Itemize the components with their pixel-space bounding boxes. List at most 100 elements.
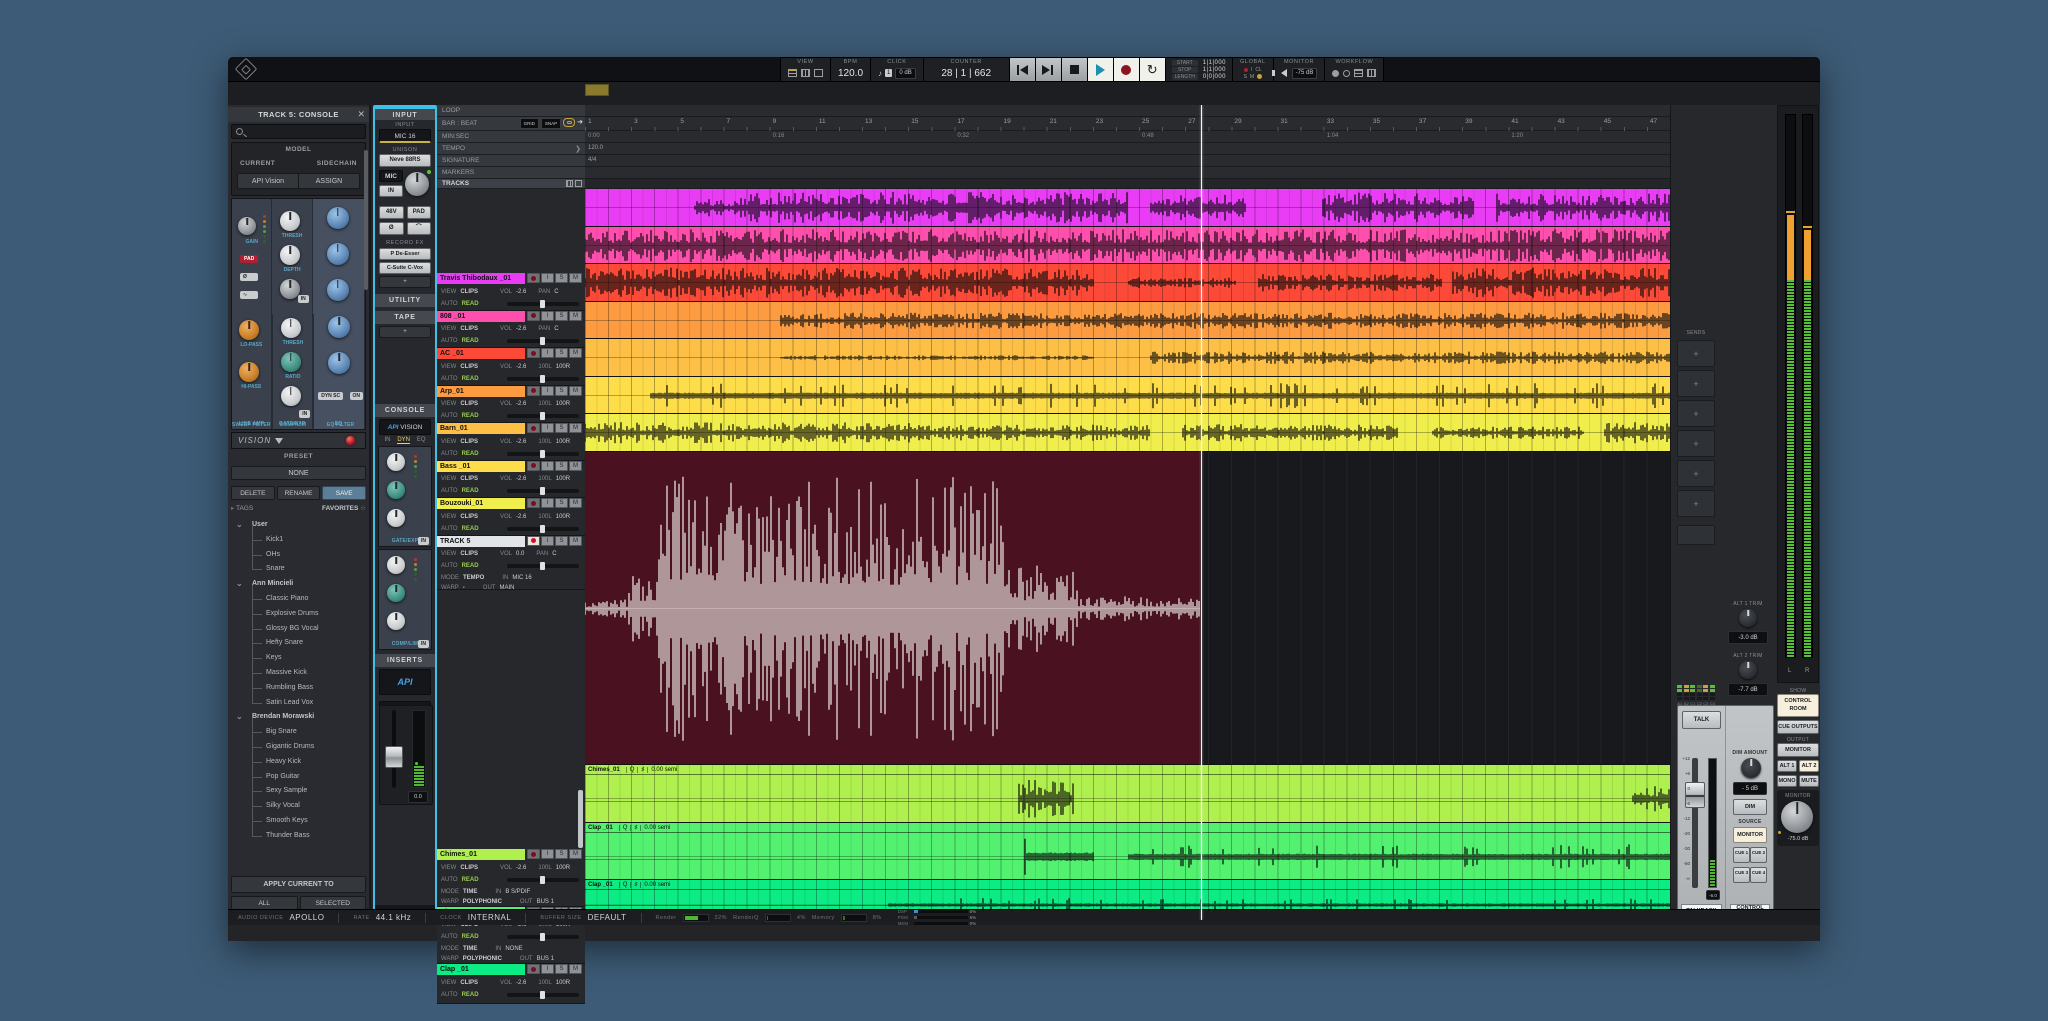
model-assign-button[interactable]: ASSIGN (298, 173, 360, 189)
tree-scrollbar[interactable] (364, 150, 368, 290)
record-arm-button[interactable] (527, 311, 540, 321)
global-dim-icon[interactable] (1257, 74, 1262, 79)
metronome-icon[interactable]: ♪ (878, 69, 882, 78)
track-name[interactable]: Chimes_01 (437, 849, 525, 860)
power-led-icon[interactable] (346, 436, 355, 445)
alt1-trim-knob[interactable] (1739, 609, 1757, 627)
pan-slider[interactable] (507, 935, 579, 939)
stop-value[interactable]: 1|1|000 (1203, 67, 1226, 73)
tree-item[interactable]: Glossy BG Vocal (228, 622, 369, 637)
signature-value[interactable]: 4/4 (588, 157, 596, 163)
input-section-header[interactable]: INPUT (375, 107, 435, 120)
ruler-tempo-label[interactable]: TEMPO (437, 143, 585, 155)
close-icon[interactable]: ✕ (357, 107, 365, 122)
fader-cap[interactable] (385, 746, 403, 768)
play-button[interactable] (1088, 58, 1114, 81)
track-row-view-vol[interactable]: VIEWCLIPSVOL-2.6100L100R (437, 862, 585, 874)
record-fx-add-button[interactable]: + (379, 276, 431, 288)
send-slot[interactable]: + (1677, 460, 1715, 487)
track-row-view-vol[interactable]: VIEWCLIPSVOL-2.6100L100R (437, 361, 585, 373)
gain-knob[interactable] (405, 172, 429, 196)
track-row-view-vol[interactable]: VIEWCLIPSVOL-2.6100L100R (437, 511, 585, 523)
click-count[interactable]: 1 (885, 69, 892, 77)
monitor-volume-knob[interactable] (1781, 801, 1813, 833)
tree-item[interactable]: Massive Kick (228, 666, 369, 681)
track-row-view-vol[interactable]: VIEWCLIPSVOL-2.6PANC (437, 286, 585, 298)
alt1-button[interactable]: ALT 1 (1777, 760, 1797, 772)
tape-add-button[interactable]: + (379, 326, 431, 338)
track-lane[interactable] (585, 414, 1670, 452)
track-row-view-vol[interactable]: VIEWCLIPSVOL-2.6PANC (437, 323, 585, 335)
track-row-auto[interactable]: AUTOREAD (437, 485, 585, 497)
pan-slider[interactable] (507, 564, 579, 568)
track-lane-record[interactable] (585, 452, 1670, 766)
track-name[interactable]: Bass _01 (437, 461, 525, 472)
tree-item[interactable]: Hefty Snare (228, 636, 369, 651)
record-button[interactable] (1114, 58, 1140, 81)
favorites-label[interactable]: FAVORITES (322, 505, 358, 512)
tempo-expand-icon[interactable]: ❯ (575, 145, 581, 153)
ruler-signature-label[interactable]: SIGNATURE (437, 155, 585, 167)
mute-button[interactable]: MUTE (1799, 775, 1819, 787)
tree-item[interactable]: Pop Guitar (228, 770, 369, 785)
tape-section-header[interactable]: TAPE (375, 311, 435, 324)
tree-item[interactable]: Thunder Bass (228, 829, 369, 844)
track-lane[interactable] (585, 339, 1670, 377)
workflow-list-icon[interactable] (1354, 69, 1363, 77)
speaker-icon[interactable] (1281, 69, 1287, 77)
s-button[interactable]: S (555, 386, 568, 396)
pan-slider[interactable] (507, 414, 579, 418)
tree-item[interactable]: Explosive Drums (228, 607, 369, 622)
track-row-auto[interactable]: AUTOREAD (437, 989, 585, 1001)
tab-eq[interactable]: EQ (417, 437, 426, 444)
global-input[interactable]: I (1251, 67, 1252, 73)
global-cl[interactable]: CL (1255, 67, 1261, 73)
track-header[interactable]: AC _01ISMVIEWCLIPSVOL-2.6100L100RAUTOREA… (437, 348, 585, 386)
m-button[interactable]: M (569, 423, 582, 433)
s-button[interactable]: S (555, 498, 568, 508)
mini-comp-in[interactable]: IN (418, 640, 429, 648)
track-row-view-vol[interactable]: VIEWCLIPSVOL0.0PANC (437, 548, 585, 560)
track-header[interactable]: 808 _01ISMVIEWCLIPSVOL-2.6PANCAUTOREAD (437, 311, 585, 349)
show-cue-outputs-button[interactable]: CUE OUTPUTS (1777, 720, 1819, 734)
track-header[interactable]: Bouzouki_01ISMVIEWCLIPSVOL-2.6100L100RAU… (437, 498, 585, 536)
tree-group[interactable]: ⌄User (228, 518, 369, 533)
record-fx-slot-1[interactable]: P De-Esser (379, 248, 431, 260)
m-button[interactable]: M (569, 386, 582, 396)
alt2-button[interactable]: ALT 2 (1799, 760, 1819, 772)
send-slot[interactable]: + (1677, 430, 1715, 457)
stop-button[interactable] (1062, 58, 1088, 81)
tree-item[interactable]: Smooth Keys (228, 814, 369, 829)
track-header[interactable]: Travis Thibodaux _01ISMVIEWCLIPSVOL-2.6P… (437, 273, 585, 311)
phase-button[interactable]: Ø (240, 273, 258, 281)
follow-playhead-icon[interactable]: ➜ (577, 118, 583, 129)
clip-header[interactable]: Chimes_01Q♯0.00 semi (585, 765, 1670, 775)
apply-current-button[interactable]: APPLY CURRENT TO (231, 876, 366, 893)
console-gate-mini[interactable]: GATE/EXP IN (378, 446, 432, 547)
track-header[interactable]: Chimes_01ISMVIEWCLIPSVOL-2.6100L100RAUTO… (437, 849, 585, 907)
record-arm-button[interactable] (527, 348, 540, 358)
vertical-scrollbar[interactable] (578, 790, 583, 848)
talk-button[interactable]: TALK (1682, 711, 1721, 729)
record-arm-button[interactable] (527, 273, 540, 283)
i-button[interactable]: I (541, 273, 554, 283)
source-monitor-button[interactable]: MONITOR (1733, 827, 1767, 843)
link-icon[interactable] (563, 118, 575, 127)
forward-button[interactable] (1036, 58, 1062, 81)
track-lane[interactable] (585, 302, 1670, 340)
i-button[interactable]: I (541, 386, 554, 396)
tree-group[interactable]: ⌄Ann Mincieli (228, 577, 369, 592)
rename-button[interactable]: RENAME (277, 486, 321, 500)
tab-dyn[interactable]: DYN (397, 437, 410, 444)
i-button[interactable]: I (541, 964, 554, 974)
preset-select[interactable]: NONE (231, 466, 366, 480)
pan-slider[interactable] (507, 302, 579, 306)
signature-ruler-row[interactable]: 4/4 (585, 155, 1670, 167)
alt2-trim-knob[interactable] (1739, 661, 1757, 679)
hpf-button[interactable]: ⌒ (407, 222, 432, 235)
m-button[interactable]: M (569, 964, 582, 974)
view-columns-icon[interactable] (801, 69, 810, 77)
i-button[interactable]: I (541, 461, 554, 471)
tree-item[interactable]: Gigantic Drums (228, 740, 369, 755)
global-solo[interactable]: S (1244, 74, 1247, 80)
